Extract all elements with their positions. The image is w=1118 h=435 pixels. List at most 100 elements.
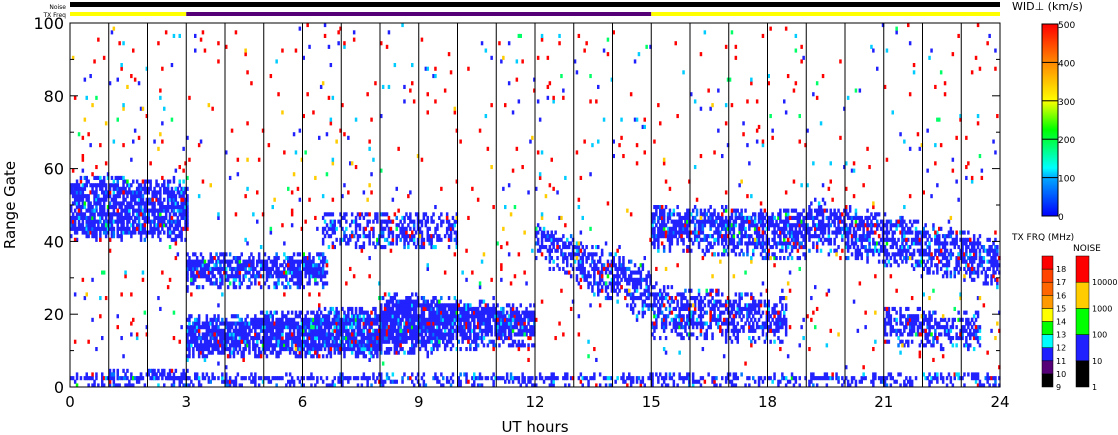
echo-cell bbox=[252, 339, 255, 344]
echo-cell bbox=[711, 245, 714, 250]
echo-cell bbox=[132, 179, 135, 184]
echo-cell bbox=[267, 256, 271, 261]
echo-cell bbox=[166, 183, 170, 188]
echo-cell bbox=[976, 372, 980, 377]
echo-cell bbox=[139, 190, 143, 195]
echo-cell bbox=[411, 292, 414, 297]
echo-cell bbox=[110, 175, 114, 180]
echo-cell bbox=[130, 372, 133, 377]
echo-cell bbox=[994, 376, 997, 381]
echo-cell bbox=[250, 328, 253, 333]
echo-cell bbox=[569, 274, 573, 279]
echo-cell bbox=[473, 372, 476, 377]
echo-cell bbox=[77, 219, 81, 224]
echo-cell bbox=[151, 372, 154, 377]
echo-cell bbox=[203, 270, 207, 275]
echo-cell bbox=[362, 314, 366, 319]
echo-cell bbox=[172, 208, 176, 213]
echo-cell bbox=[287, 339, 290, 344]
echo-cell bbox=[128, 226, 131, 231]
echo-cell bbox=[405, 339, 408, 344]
echo-cell bbox=[986, 379, 989, 384]
echo-cell bbox=[287, 281, 290, 286]
echo-cell bbox=[168, 226, 172, 231]
echo-cell bbox=[203, 259, 207, 264]
echo-cell bbox=[292, 317, 296, 322]
echo-cell bbox=[566, 376, 569, 381]
txfreq-segment bbox=[186, 12, 652, 16]
echo-cell bbox=[139, 183, 143, 188]
echo-cell bbox=[265, 263, 269, 268]
echo-cell bbox=[643, 299, 646, 304]
echo-cell bbox=[511, 306, 515, 311]
echo-cell bbox=[432, 299, 435, 304]
echo-cell bbox=[248, 285, 251, 290]
echo-cell bbox=[221, 274, 224, 279]
echo-cell bbox=[536, 230, 540, 235]
echo-cell bbox=[779, 212, 782, 217]
echo-cell bbox=[447, 245, 451, 250]
echo-cell bbox=[598, 281, 602, 286]
echo-cell bbox=[257, 252, 261, 257]
echo-cell bbox=[581, 256, 584, 261]
echo-cell bbox=[440, 372, 443, 377]
echo-cell bbox=[350, 350, 354, 355]
echo-cell bbox=[207, 274, 211, 279]
echo-cell bbox=[748, 376, 751, 381]
echo-cell bbox=[490, 332, 493, 337]
echo-cell bbox=[635, 285, 639, 290]
echo-cell bbox=[321, 241, 325, 246]
echo-cell bbox=[104, 215, 108, 220]
echo-cell bbox=[721, 376, 724, 381]
echo-cell bbox=[112, 190, 116, 195]
echo-cell bbox=[190, 379, 193, 384]
echo-cell bbox=[358, 314, 362, 319]
echo-cell bbox=[451, 226, 455, 231]
echo-cell bbox=[281, 281, 284, 286]
echo-cell bbox=[430, 303, 433, 308]
echo-cell bbox=[624, 274, 627, 279]
echo-cell bbox=[511, 303, 515, 308]
echo-cell bbox=[784, 248, 788, 253]
echo-cell bbox=[87, 194, 90, 199]
echo-cell bbox=[422, 237, 426, 242]
echo-cell bbox=[414, 292, 418, 297]
echo-cell bbox=[213, 274, 216, 279]
echo-cell bbox=[364, 325, 367, 330]
echo-cell bbox=[265, 259, 269, 264]
echo-cell bbox=[401, 317, 404, 322]
echo-cell bbox=[668, 306, 672, 311]
echo-cell bbox=[372, 241, 375, 246]
echo-cell bbox=[721, 205, 724, 210]
echo-cell bbox=[372, 219, 375, 224]
echo-cell bbox=[434, 230, 437, 235]
echo-cell bbox=[504, 379, 507, 384]
echo-cell bbox=[244, 317, 247, 322]
echo-cell bbox=[389, 347, 393, 352]
echo-cell bbox=[120, 212, 123, 217]
echo-cell bbox=[544, 245, 548, 250]
echo-cell bbox=[217, 347, 220, 352]
echo-cell bbox=[345, 325, 348, 330]
echo-cell bbox=[430, 215, 433, 220]
echo-cell bbox=[755, 223, 759, 228]
echo-cell bbox=[761, 379, 765, 384]
echo-cell bbox=[796, 237, 800, 242]
echo-cell bbox=[192, 350, 195, 355]
echo-cell bbox=[504, 328, 507, 333]
echo-cell bbox=[705, 245, 708, 250]
echo-cell bbox=[403, 245, 406, 250]
echo-cell bbox=[854, 379, 858, 384]
echo-cell bbox=[548, 252, 552, 257]
echo-cell bbox=[215, 263, 218, 268]
echo-cell bbox=[217, 256, 220, 261]
echo-cell bbox=[403, 219, 406, 224]
echo-cell bbox=[426, 350, 429, 355]
echo-cell bbox=[325, 376, 329, 381]
echo-cell bbox=[771, 379, 774, 384]
echo-cell bbox=[447, 219, 451, 224]
echo-cell bbox=[697, 245, 701, 250]
echo-cell bbox=[343, 237, 346, 242]
echo-cell bbox=[321, 263, 325, 268]
echo-cell bbox=[368, 219, 371, 224]
